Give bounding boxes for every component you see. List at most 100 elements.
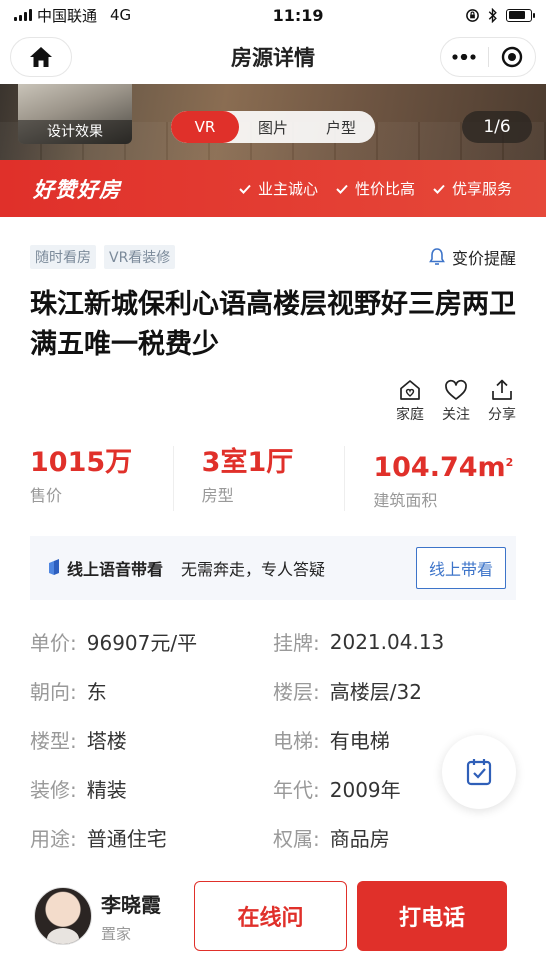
- carrier-name: 中国联通: [37, 6, 98, 25]
- action-label: 家庭: [396, 407, 424, 423]
- promo-item-label: 性价比高: [354, 180, 415, 198]
- detail-label: 用途:: [30, 827, 77, 851]
- more-button[interactable]: [441, 38, 488, 76]
- key-stats: 1015万 售价 3室1厅 房型 104.74m2 建筑面积: [30, 446, 516, 511]
- agent-role: 置家: [101, 924, 132, 943]
- home-icon: [30, 47, 52, 67]
- detail-label: 楼型:: [30, 729, 77, 753]
- status-left: 中国联通 4G: [14, 5, 131, 26]
- detail-label: 年代:: [273, 778, 320, 802]
- agent-name: 李晓霞: [101, 892, 161, 917]
- listing-tag: VR看装修: [104, 245, 176, 269]
- follow-button[interactable]: 关注: [442, 379, 470, 424]
- action-label: 关注: [442, 407, 470, 423]
- status-right: [465, 7, 535, 23]
- online-tour-button[interactable]: 线上带看: [415, 547, 506, 589]
- agent-card[interactable]: 李晓霞 置家: [34, 887, 161, 945]
- detail-value: 塔楼: [86, 729, 127, 753]
- family-button[interactable]: 家庭: [396, 379, 424, 424]
- detail-item: 挂牌: 2021.04.13: [273, 617, 516, 666]
- voice-tour-desc: 无需奔走，专人答疑: [181, 560, 326, 579]
- detail-value: 2021.04.13: [329, 629, 445, 654]
- stat-label: 房型: [201, 486, 234, 505]
- avatar[interactable]: [34, 887, 92, 945]
- stat-value: 3室1厅: [201, 447, 294, 478]
- detail-item: 用途: 普通住宅: [30, 813, 273, 862]
- online-chat-button[interactable]: 在线问: [194, 881, 347, 951]
- mini-program-capsule: [440, 37, 536, 77]
- detail-item: 朝向: 东: [30, 666, 273, 715]
- more-dots-icon: [452, 54, 476, 60]
- detail-label: 单价:: [30, 631, 77, 655]
- home-button[interactable]: [10, 37, 72, 77]
- action-label: 分享: [488, 407, 516, 423]
- price-alert-label: 变价提醒: [451, 249, 516, 268]
- listing-title: 珠江新城保利心语高楼层视野好三房两卫满五唯一税费少: [30, 289, 516, 360]
- stat-unit-superscript: 2: [505, 456, 514, 469]
- tags-row: 随时看房 VR看装修 变价提醒: [30, 245, 516, 269]
- detail-label: 权属:: [273, 827, 320, 851]
- promo-item: 业主诚心: [239, 178, 318, 199]
- stat-layout: 3室1厅 房型: [172, 446, 345, 511]
- bottom-action-bar: 李晓霞 置家 在线问 打电话: [0, 860, 546, 972]
- signal-icon: [14, 9, 32, 21]
- bell-icon: [429, 248, 445, 265]
- detail-item: 楼层: 高楼层/32: [273, 666, 516, 715]
- detail-value: 精装: [86, 778, 127, 802]
- agent-info: 李晓霞 置家: [101, 889, 161, 944]
- detail-item: 楼型: 塔楼: [30, 715, 273, 764]
- voice-tour-banner: 线上语音带看 无需奔走，专人答疑 线上带看: [30, 536, 516, 600]
- share-button[interactable]: 分享: [488, 379, 516, 424]
- heart-icon: [445, 379, 467, 400]
- voice-tour-title: 线上语音带看: [67, 560, 164, 579]
- design-effect-thumbnail[interactable]: 设计效果: [18, 84, 132, 144]
- detail-value: 商品房: [329, 827, 390, 851]
- media-tabs: VR 图片 户型: [171, 111, 375, 143]
- appointment-float-button[interactable]: [442, 735, 516, 809]
- close-mini-program-button[interactable]: [489, 38, 536, 76]
- detail-value: 东: [86, 680, 107, 704]
- call-button[interactable]: 打电话: [357, 881, 507, 951]
- detail-item: 单价: 96907元/平: [30, 617, 273, 666]
- listing-actions: 家庭 关注 分享: [30, 379, 516, 424]
- detail-label: 朝向:: [30, 680, 77, 704]
- stat-value: 104.74m: [373, 452, 506, 483]
- media-tab-vr[interactable]: VR: [171, 111, 239, 143]
- rotation-lock-icon: [466, 8, 479, 22]
- detail-grid: 单价: 96907元/平 挂牌: 2021.04.13 朝向: 东 楼层: 高楼层/32…: [30, 617, 516, 862]
- promo-brand: 好赞好房: [33, 177, 121, 202]
- price-alert-button[interactable]: 变价提醒: [429, 245, 516, 269]
- detail-item: 权属: 商品房: [273, 813, 516, 862]
- battery-icon: [506, 8, 535, 22]
- promo-banner: 好赞好房 业主诚心 性价比高 优享服务: [0, 160, 546, 217]
- bluetooth-icon: [488, 7, 497, 23]
- detail-value: 有电梯: [329, 729, 390, 753]
- calendar-check-icon: [466, 759, 492, 786]
- detail-value: 96907元/平: [86, 631, 198, 655]
- detail-value: 普通住宅: [86, 827, 167, 851]
- promo-items: 业主诚心 性价比高 优享服务: [239, 178, 546, 199]
- check-icon: [336, 184, 348, 194]
- detail-item: 装修: 精装: [30, 764, 273, 813]
- thumb-label: 设计效果: [18, 120, 132, 144]
- share-icon: [492, 379, 512, 400]
- listing-tag: 随时看房: [30, 245, 96, 269]
- status-bar: 中国联通 4G 11:19: [0, 0, 546, 30]
- status-time: 11:19: [272, 5, 324, 25]
- detail-value: 2009年: [329, 778, 401, 802]
- photo-counter: 1/6: [462, 111, 532, 143]
- home-heart-icon: [400, 380, 420, 400]
- media-tab-floorplan[interactable]: 户型: [307, 111, 375, 143]
- stat-area-value: 104.74m2: [373, 446, 516, 485]
- promo-item-label: 优享服务: [451, 180, 512, 198]
- stat-label: 售价: [30, 486, 63, 505]
- promo-item: 优享服务: [433, 178, 512, 199]
- media-tab-photos[interactable]: 图片: [239, 111, 307, 143]
- stat-area: 104.74m2 建筑面积: [344, 446, 516, 511]
- detail-label: 楼层:: [273, 680, 320, 704]
- media-hero[interactable]: 设计效果 VR 图片 户型 1/6 好赞好房 业主诚心 性价比高 优享服务: [0, 84, 546, 217]
- stat-price: 1015万 售价: [30, 446, 173, 511]
- detail-label: 装修:: [30, 778, 77, 802]
- check-icon: [239, 184, 251, 194]
- voice-tour-icon: [49, 559, 59, 575]
